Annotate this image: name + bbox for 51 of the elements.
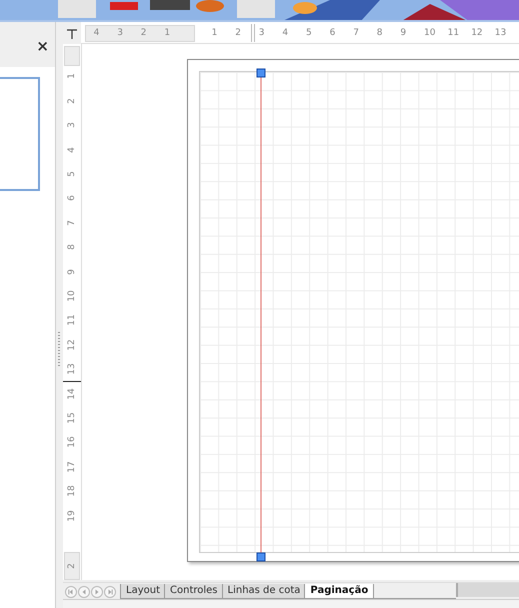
ruler-number: 13 — [66, 362, 78, 377]
horizontal-scrollbar[interactable] — [456, 583, 519, 597]
ruler-number: 10 — [424, 27, 436, 40]
ruler-number: 9 — [66, 268, 78, 276]
tab-stop-icon[interactable] — [66, 27, 78, 39]
ruler-number: 5 — [306, 27, 312, 40]
close-button[interactable]: × — [36, 37, 55, 55]
nav-end-icon[interactable] — [104, 586, 116, 598]
vertical-ruler[interactable]: 1 2 3 4 5 6 7 8 9 10 11 12 13 14 15 16 17 18 19 2 — [63, 44, 82, 580]
sheet-tab[interactable]: Linhas de cota — [222, 584, 306, 599]
ruler-number: 8 — [66, 243, 78, 252]
ruler-number: 11 — [66, 314, 78, 328]
ruler-number: 4 — [94, 27, 100, 40]
ruler-number: 4 — [66, 146, 78, 154]
nav-end-icon[interactable] — [65, 586, 77, 598]
ruler-number: 1 — [66, 72, 78, 82]
ruler-number: 9 — [400, 27, 406, 40]
ruler-number: 2 — [66, 563, 78, 569]
ruler-number: 7 — [353, 27, 359, 40]
sheet-tab[interactable]: Paginação — [304, 584, 374, 599]
sheet-tab[interactable]: Controles — [164, 584, 224, 599]
ruler-number: 3 — [117, 27, 123, 40]
ruler-number: 7 — [66, 218, 78, 228]
ruler-number: 19 — [66, 508, 78, 524]
ruler-number: 14 — [66, 386, 78, 402]
ruler-number: 12 — [66, 338, 78, 353]
sheet-tab[interactable]: Layout — [120, 584, 166, 599]
ruler-number: 2 — [66, 96, 78, 106]
ruler-number: 15 — [66, 411, 78, 426]
ruler-number: 2 — [140, 27, 147, 40]
ruler-number: 1 — [212, 27, 218, 40]
ruler-number: 13 — [494, 27, 506, 40]
ruler-number: 3 — [258, 27, 265, 40]
ruler-number: 6 — [66, 194, 78, 204]
slide-thumbnail[interactable] — [0, 77, 40, 191]
ruler-number: 3 — [66, 121, 78, 130]
ruler-number: 16 — [66, 436, 78, 450]
ruler-number: 6 — [330, 27, 336, 40]
splitter-handle[interactable] — [58, 332, 60, 368]
ruler-number: 8 — [376, 27, 383, 40]
ruler-number: 12 — [471, 27, 483, 40]
ruler-number: 5 — [66, 170, 78, 179]
ruler-number: 2 — [235, 27, 241, 40]
ruler-margin-block — [64, 46, 80, 66]
ruler-number: 1 — [164, 27, 170, 40]
ruler-number: 11 — [448, 27, 460, 40]
ruler-number: 18 — [66, 484, 78, 499]
ruler-number: 4 — [282, 27, 288, 40]
ruler-number: 10 — [66, 289, 78, 304]
ruler-number: 17 — [66, 460, 78, 475]
horizontal-ruler[interactable]: 4 3 2 1 1 2 3 4 5 6 7 8 9 10 11 12 13 — [81, 22, 519, 44]
